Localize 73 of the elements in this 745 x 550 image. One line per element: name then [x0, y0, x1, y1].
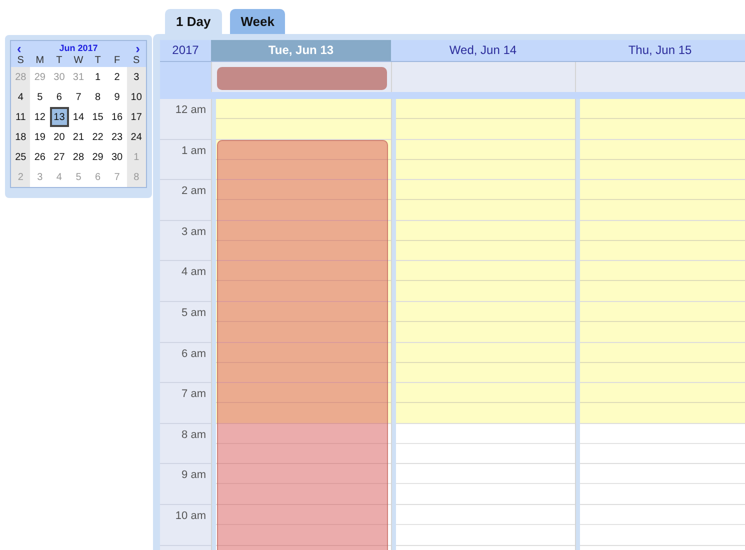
time-slot[interactable] [580, 302, 745, 343]
hour-label: 12 am [160, 99, 211, 140]
time-slot[interactable] [216, 464, 391, 505]
time-slot[interactable] [216, 302, 391, 343]
hour-label: 8 am [160, 424, 211, 464]
calendar-day[interactable]: 10 [126, 87, 146, 107]
weekday-label: T [94, 55, 102, 67]
time-slot[interactable] [580, 140, 745, 180]
hour-label: 4 am [160, 261, 211, 302]
hour-label: 10 am [160, 504, 211, 546]
time-slot[interactable] [396, 220, 575, 262]
hour-label: 1 am [160, 140, 211, 180]
calendar-day[interactable]: 18 [11, 127, 30, 147]
time-slot[interactable] [396, 261, 575, 302]
time-slot[interactable] [216, 99, 391, 140]
time-slot[interactable] [580, 180, 745, 221]
time-slot[interactable] [216, 140, 391, 180]
time-slot[interactable] [580, 342, 745, 384]
time-slot[interactable] [580, 504, 745, 546]
next-month-button[interactable]: › [136, 40, 140, 56]
all-day-slot[interactable] [575, 62, 745, 92]
all-day-slot[interactable] [391, 62, 575, 92]
time-slot[interactable] [396, 424, 575, 464]
hour-label: 9 am [160, 464, 211, 505]
time-slot[interactable] [216, 424, 391, 464]
time-slot[interactable] [396, 302, 575, 343]
time-slot[interactable] [216, 504, 391, 546]
view-tab[interactable]: Week [230, 9, 286, 34]
hour-label: 2 am [160, 180, 211, 221]
calendar-day[interactable]: 11 [11, 107, 30, 127]
previous-month-button[interactable]: ‹ [17, 40, 22, 56]
time-slot[interactable] [396, 464, 575, 505]
hour-label: 6 am [160, 342, 211, 384]
day-header[interactable]: Thu, Jun 15 [575, 40, 745, 61]
timed-event[interactable] [217, 140, 388, 550]
hour-label: 7 am [160, 383, 211, 424]
weekday-label: S [132, 55, 141, 67]
view-tab[interactable]: 1 Day [165, 9, 222, 34]
weekday-label: S [16, 55, 25, 67]
time-slot[interactable] [580, 464, 745, 505]
time-slot[interactable] [580, 220, 745, 262]
calendar-day[interactable]: 24 [126, 127, 146, 147]
hour-label: 3 am [160, 220, 211, 262]
month-title: Jun 2017 [59, 43, 98, 53]
time-slot[interactable] [396, 140, 575, 180]
weekday-label: F [113, 55, 122, 67]
time-slot[interactable] [216, 261, 391, 302]
weekday-label: W [72, 55, 84, 67]
weekday-label: T [55, 55, 64, 67]
calendar-day[interactable]: 3 [126, 67, 146, 87]
time-slot[interactable] [216, 220, 391, 262]
time-slot[interactable] [396, 383, 575, 424]
calendar-day[interactable]: 13 [50, 107, 69, 127]
time-slot[interactable] [580, 383, 745, 424]
day-header[interactable]: Wed, Jun 14 [391, 40, 575, 61]
time-slot[interactable] [580, 261, 745, 302]
time-slot[interactable] [216, 342, 391, 384]
time-slot[interactable] [216, 383, 391, 424]
hour-label: 5 am [160, 302, 211, 343]
time-slot[interactable] [396, 504, 575, 546]
time-slot[interactable] [580, 424, 745, 464]
time-slot[interactable] [580, 99, 745, 140]
time-slot[interactable] [396, 99, 575, 140]
time-slot[interactable] [216, 180, 391, 221]
year-label: 2017 [171, 42, 200, 59]
calendar-day[interactable]: 4 [11, 87, 30, 107]
all-day-slot[interactable] [211, 62, 391, 92]
all-day-event[interactable] [217, 67, 387, 90]
time-slot[interactable] [396, 342, 575, 384]
calendar-day[interactable]: 17 [126, 107, 146, 127]
weekday-label: M [34, 55, 46, 67]
calendar-day[interactable]: 25 [11, 147, 30, 167]
time-slot[interactable] [396, 180, 575, 221]
